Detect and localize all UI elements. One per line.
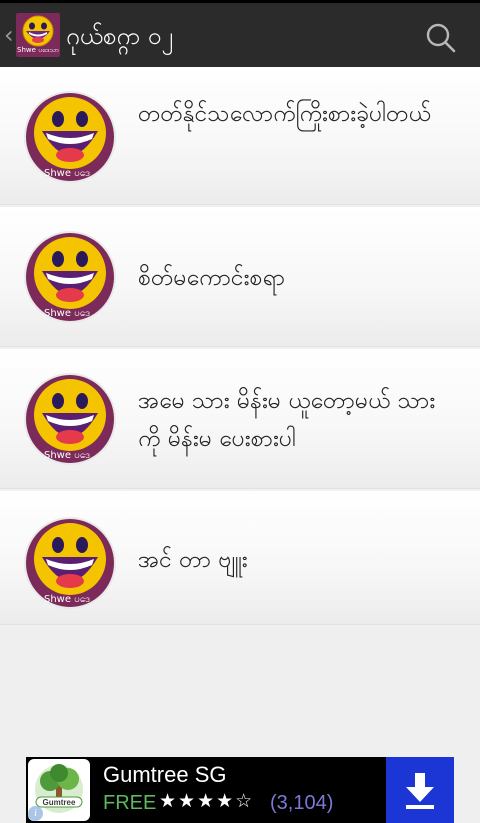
avatar-caption: Shwe ပဒေ [44,594,91,605]
app-icon[interactable]: Shwe ပဒေသာ [16,13,60,57]
list-item[interactable]: Shwe ပဒေ တတ်နိုင်သလောက်ကြိုးစားခဲ့ပါတယ် [0,67,480,205]
ad-app-name: Gumtree SG [103,762,227,787]
list-item[interactable]: Shwe ပဒေ အင် တာ ဗျူး [0,491,480,625]
ad-info-icon[interactable]: i [28,806,43,821]
avatar-caption: Shwe ပဒေ [44,450,91,461]
list-item[interactable]: Shwe ပဒေ စိတ်မကောင်းစရာ [0,207,480,347]
app-icon-label: Shwe ပဒေသာ [17,46,59,54]
avatar-caption: Shwe ပဒေ [44,168,91,179]
joke-list: Shwe ပဒေ တတ်နိုင်သလောက်ကြိုးစားခဲ့ပါတယ် … [0,67,480,625]
list-item[interactable]: Shwe ပဒေ အမေ သား မိန်းမ ယူတော့မယ် သားကို… [0,349,480,489]
ad-rating-stars: ★★★★☆ [159,790,255,812]
search-button[interactable] [424,21,458,55]
ad-review-count: (3,104) [270,792,334,814]
list-item-title: စိတ်မကောင်းစရာ [138,265,286,291]
page-title: ဂုယ်စဂ္ဂာ ၀၂ [66,22,174,50]
list-item-title: တတ်နိုင်သလောက်ကြိုးစားခဲ့ပါတယ် [138,101,431,127]
back-chevron-icon[interactable]: ‹ [4,23,14,47]
download-button[interactable] [386,757,454,823]
avatar: Shwe ပဒေ [24,231,116,323]
avatar-caption: Shwe ပဒေ [44,308,91,319]
ad-price: FREE [103,792,157,814]
avatar: Shwe ပဒေ [24,517,116,609]
list-item-title: အင် တာ ဗျူး [138,547,248,573]
action-bar: ‹ Shwe ပဒေသာ ဂုယ်စဂ္ဂာ ၀၂ [0,0,480,67]
ad-banner[interactable]: Gumtree Gumtree SG FREE ★★★★☆ (3,104) i [26,757,454,823]
gumtree-logo-text: Gumtree [43,798,76,807]
download-icon [406,773,434,809]
avatar: Shwe ပဒေ [24,91,116,183]
search-icon [426,23,456,53]
avatar: Shwe ပဒေ [24,373,116,465]
list-item-title: အမေ သား မိန်းမ ယူတော့မယ် သားကို မိန်းမ ပ… [138,388,436,452]
